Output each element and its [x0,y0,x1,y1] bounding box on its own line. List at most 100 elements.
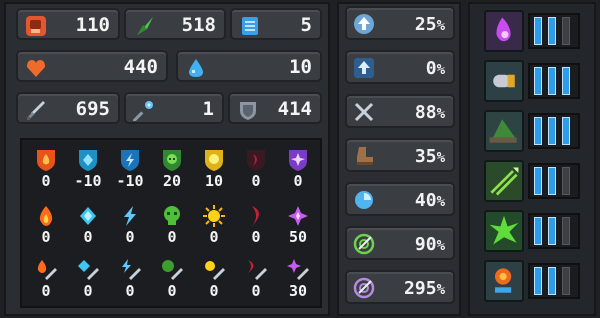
skill-slot-4[interactable] [484,210,580,252]
pct-stat-4: 40% [345,182,455,216]
skill-level-bars [528,163,580,199]
mana-stat: 10 [176,50,322,82]
percent-stats-panel: 25% 0% 88% 35% 40% 90% 295% [337,2,461,316]
strength-value: 110 [75,14,110,36]
arrow-up-icon [354,58,374,78]
res-lightning-weapon: 0 [110,254,150,306]
defense-value: 414 [277,98,312,120]
lightning-icon [124,206,136,226]
res-value: 0 [125,282,135,300]
skill-slot-0[interactable] [484,10,580,52]
crescent-icon [252,206,259,226]
res-dark-shield: 0 [236,144,276,196]
res-fire-weapon: 0 [26,254,66,306]
res-lightning: 0 [110,200,150,252]
res-poison: 0 [152,200,192,252]
arcane-star-icon [288,206,308,226]
skill-slot-1[interactable] [484,60,580,102]
arrows-icon [484,160,524,202]
purple-orb-icon [484,10,524,52]
res-value: 0 [167,228,177,246]
level-pip [548,67,556,95]
fist-icon [26,16,46,36]
skill-level-bars [528,263,580,299]
skill-level-bars [528,13,580,49]
intellect-value: 5 [300,14,312,36]
res-value: -10 [116,172,144,190]
shield-icon [240,102,256,120]
sun-icon [203,205,225,227]
skill-slot-3[interactable] [484,160,580,202]
level-pip [548,167,556,195]
pct-value-0: 25% [414,14,445,35]
dark-sword-icon [248,260,267,280]
poison-shield-icon [163,150,181,171]
arrow-up-icon [354,14,374,34]
poison-sword-icon [162,260,183,280]
mana-value: 10 [289,56,312,78]
spiral-target-icon [353,277,375,299]
ice-sword-icon [78,260,99,280]
res-value: 0 [83,282,93,300]
heart-icon [27,60,45,77]
sword-icon [27,101,45,120]
res-value: 0 [251,282,261,300]
pct-value-1: 0% [425,58,445,79]
holy-shield-icon [205,150,223,171]
level-pip [562,167,570,195]
level-pip [534,67,542,95]
skill-slot-5[interactable] [484,260,580,302]
res-arcane-weapon: 30 [278,254,318,306]
pct-stat-3: 35% [345,138,455,172]
pct-stat-0: 25% [345,6,455,40]
pct-value-5: 90% [414,234,445,255]
res-holy-shield: 10 [194,144,234,196]
res-lightning-shield: -10 [110,144,150,196]
res-poison-shield: 20 [152,144,192,196]
fire-shield-icon [37,150,55,171]
bullet-icon [484,60,524,102]
res-value: 0 [41,228,51,246]
level-pip [562,117,570,145]
pct-stat-1: 0% [345,50,455,84]
clock-icon [355,191,373,209]
boot-icon [357,147,373,165]
res-ice: 0 [68,200,108,252]
ice-crystal-icon [80,207,96,225]
level-pip [548,217,556,245]
res-value: 0 [251,172,261,190]
level-pip [534,167,542,195]
agility-stat: 518 [124,8,226,40]
res-value: 0 [293,172,303,190]
arcane-sword-icon [287,259,309,280]
level-pip [548,17,556,45]
res-value: 30 [288,282,308,300]
res-value: 0 [41,282,51,300]
lightning-sword-icon [122,259,141,280]
attack-stat: 695 [16,92,120,124]
res-value: 10 [204,172,224,190]
res-value: 20 [162,172,182,190]
level-pip [562,17,570,45]
feather-icon [137,17,153,35]
skill-level-bars [528,113,580,149]
agility-value: 518 [181,14,216,36]
res-value: 0 [209,282,219,300]
res-dark-weapon: 0 [236,254,276,306]
skull-icon [164,206,180,225]
pct-stat-2: 88% [345,94,455,128]
level-pip [534,217,542,245]
res-value: 0 [125,228,135,246]
res-value: 0 [167,282,177,300]
level-pip [562,67,570,95]
res-holy: 0 [194,200,234,252]
skill-slots-panel [468,2,596,316]
skill-slot-2[interactable] [484,110,580,152]
res-value: 0 [209,228,219,246]
attack-value: 695 [75,98,110,120]
res-value: 0 [251,228,261,246]
crossed-swords-icon [354,102,374,122]
res-value: 0 [41,172,51,190]
wand-icon [133,101,153,121]
level-pip [548,117,556,145]
